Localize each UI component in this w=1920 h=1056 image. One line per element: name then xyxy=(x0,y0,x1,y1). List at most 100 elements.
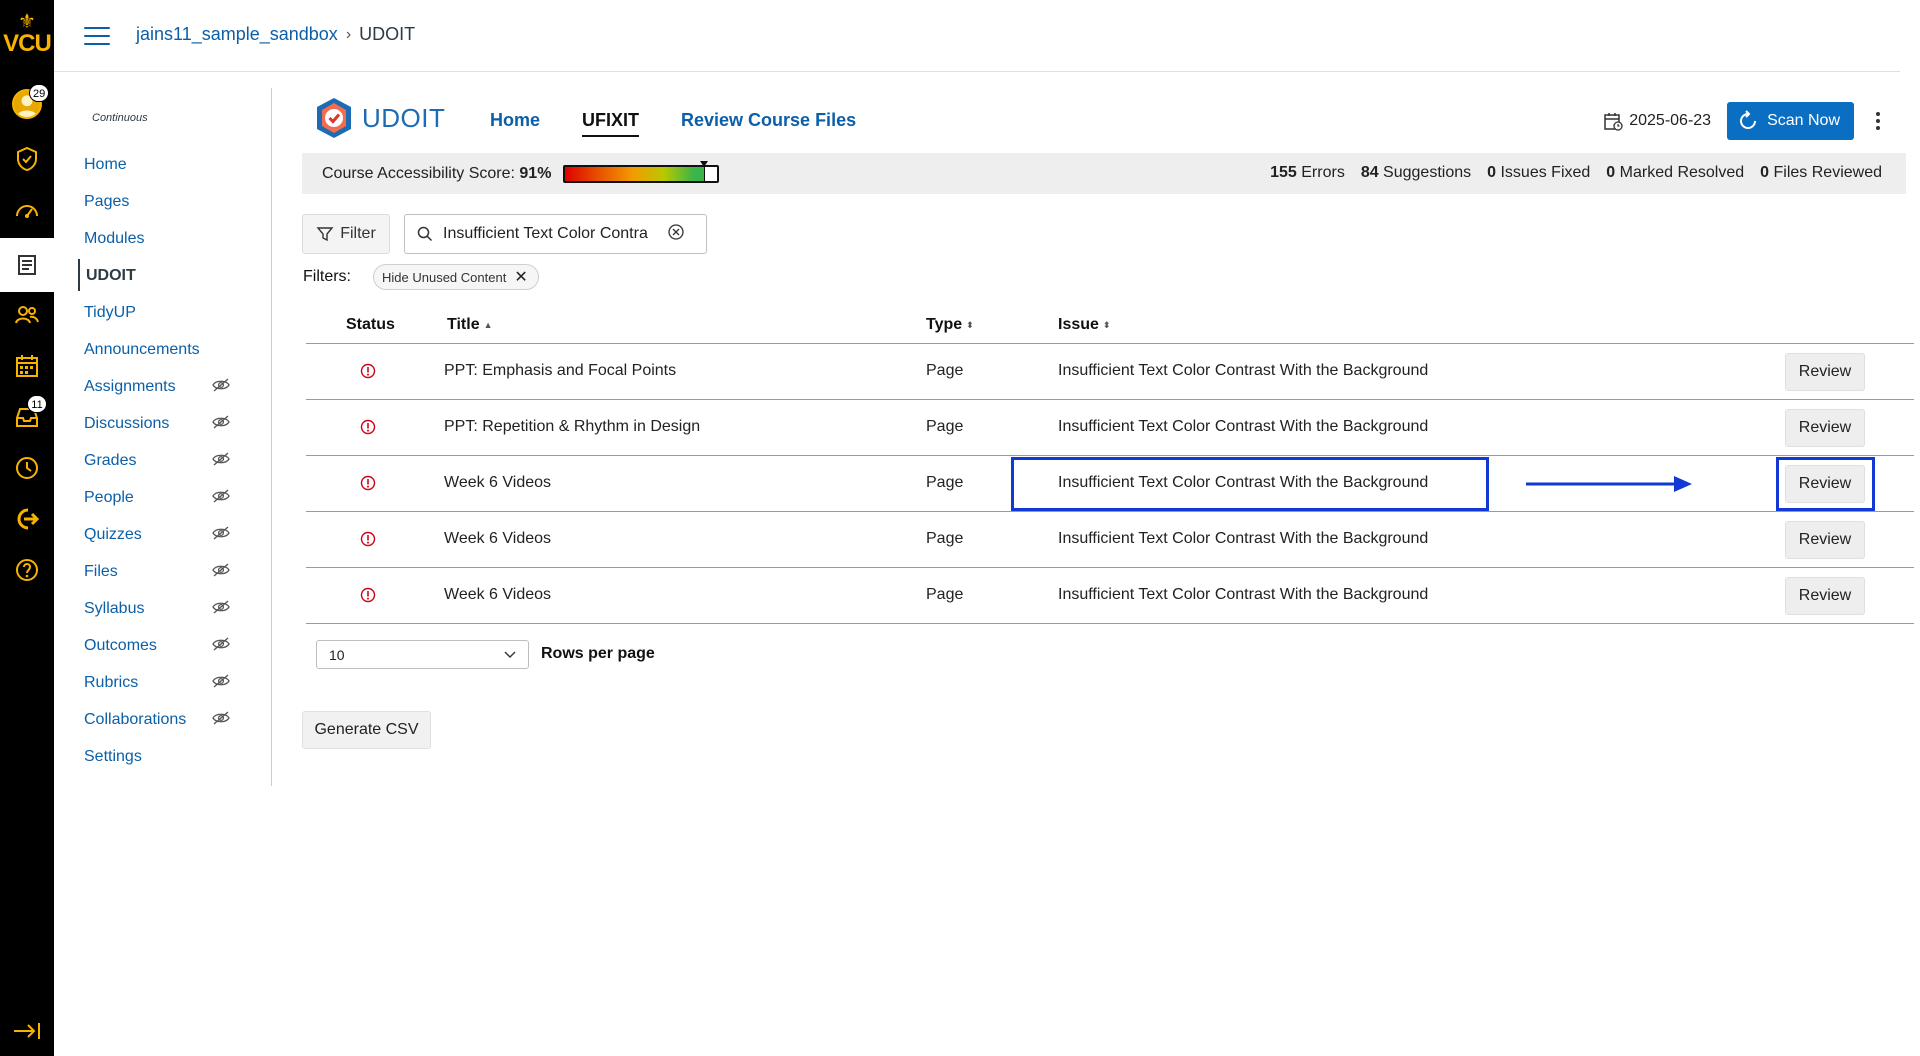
stat-suggestions: 84 Suggestions xyxy=(1360,164,1472,181)
more-options-icon[interactable] xyxy=(1870,109,1886,133)
tab-review-course-files[interactable]: Review Course Files xyxy=(681,110,856,137)
course-nav-label: Outcomes xyxy=(84,636,157,654)
hidden-from-students-icon xyxy=(212,452,230,466)
calendar-icon xyxy=(16,355,38,377)
column-type[interactable]: Type ⬍ xyxy=(926,316,974,334)
row-title: Week 6 Videos xyxy=(444,530,552,547)
sort-icon: ⬍ xyxy=(1102,319,1111,330)
hidden-from-students-icon xyxy=(212,637,230,651)
issue-stats: 155 Errors 84 Suggestions 0 Issues Fixed 0 … xyxy=(1270,164,1882,182)
course-nav-item-pages[interactable]: Pages xyxy=(54,183,272,220)
column-title[interactable]: Title ▲ xyxy=(447,316,493,334)
course-nav: Continuous Home Pages Modules UDOIT TidyUP An… xyxy=(54,88,272,786)
score-value: 91% xyxy=(519,164,552,182)
groups-nav-item[interactable] xyxy=(0,293,54,337)
table-header: Status Title ▲ Type ⬍ Issue ⬍ xyxy=(306,306,1914,344)
course-nav-item-settings[interactable]: Settings xyxy=(54,738,272,775)
account-nav-item[interactable]: 29 xyxy=(0,82,54,126)
stat-files-reviewed: 0 Files Reviewed xyxy=(1760,164,1882,181)
row-title: PPT: Emphasis and Focal Points xyxy=(444,362,677,379)
tab-home[interactable]: Home xyxy=(490,110,540,137)
review-button[interactable]: Review xyxy=(1785,353,1865,391)
rows-per-page-select[interactable]: 10 xyxy=(316,640,529,669)
error-icon xyxy=(360,363,376,384)
course-nav-item-discussions[interactable]: Discussions xyxy=(54,405,272,442)
error-icon xyxy=(360,475,376,496)
course-nav-label: Pages xyxy=(84,192,130,210)
course-nav-item-collaborations[interactable]: Collaborations xyxy=(54,701,272,738)
shield-icon xyxy=(17,146,37,172)
score-bar: Course Accessibility Score: 91% 155 Erro… xyxy=(302,153,1906,194)
issues-table: Status Title ▲ Type ⬍ Issue ⬍ PPT: Emphasis… xyxy=(306,306,1914,624)
hamburger-menu-button[interactable] xyxy=(84,27,110,47)
refresh-icon xyxy=(1740,110,1757,129)
scan-now-label: Scan Now xyxy=(1767,112,1840,129)
clear-search-icon[interactable] xyxy=(667,223,685,246)
course-nav-item-grades[interactable]: Grades xyxy=(54,442,272,479)
filter-chip-label: Hide Unused Content xyxy=(382,269,507,285)
course-nav-label: Modules xyxy=(84,229,145,247)
course-nav-item-outcomes[interactable]: Outcomes xyxy=(54,627,272,664)
table-row: Week 6 Videos Page Insufficient Text Color… xyxy=(306,568,1914,624)
highlight-box-issue xyxy=(1011,457,1489,511)
course-nav-item-modules[interactable]: Modules xyxy=(54,220,272,257)
review-button[interactable]: Review xyxy=(1785,521,1865,559)
stat-errors: 155 Errors xyxy=(1270,164,1345,181)
breadcrumb-current: UDOIT xyxy=(359,24,416,44)
calendar-clock-icon xyxy=(1604,113,1623,131)
course-nav-item-announcements[interactable]: Announcements xyxy=(54,331,272,368)
header-actions: 2025-06-23 Scan Now xyxy=(1603,102,1886,140)
review-button[interactable]: Review xyxy=(1785,577,1865,615)
history-nav-item[interactable] xyxy=(0,446,54,490)
gauge-marker-line xyxy=(703,166,705,181)
generate-csv-button[interactable]: Generate CSV xyxy=(302,711,431,749)
course-nav-label: Collaborations xyxy=(84,710,187,728)
course-nav-item-files[interactable]: Files xyxy=(54,553,272,590)
gauge-marker xyxy=(699,160,708,167)
row-type: Page xyxy=(926,474,964,491)
inbox-nav-item[interactable]: 11 xyxy=(0,395,54,439)
hidden-from-students-icon xyxy=(212,563,230,577)
course-nav-label: UDOIT xyxy=(86,266,136,284)
course-nav-item-udoit[interactable]: UDOIT xyxy=(54,257,272,294)
remove-filter-icon[interactable]: ✕ xyxy=(514,267,527,287)
table-row: Week 6 Videos Page Insufficient Text Color… xyxy=(306,456,1914,512)
score-gauge xyxy=(563,160,720,183)
vcu-logo[interactable]: ⚜ VCU xyxy=(0,12,54,62)
scan-now-button[interactable]: Scan Now xyxy=(1727,102,1854,140)
table-body: PPT: Emphasis and Focal Points Page Insuff… xyxy=(306,344,1914,624)
dashboard-nav-item[interactable] xyxy=(0,189,54,233)
course-nav-item-syllabus[interactable]: Syllabus xyxy=(54,590,272,627)
courses-nav-item[interactable] xyxy=(0,238,54,292)
course-nav-item-people[interactable]: People xyxy=(54,479,272,516)
column-issue[interactable]: Issue ⬍ xyxy=(1058,316,1110,334)
commons-nav-item[interactable] xyxy=(0,497,54,541)
row-issue: Insufficient Text Color Contrast With th… xyxy=(1058,586,1429,603)
calendar-nav-item[interactable] xyxy=(0,344,54,388)
rows-per-page-label: Rows per page xyxy=(541,645,655,662)
error-icon xyxy=(360,587,376,608)
admin-nav-item[interactable] xyxy=(0,137,54,181)
help-nav-item[interactable] xyxy=(0,548,54,592)
collapse-nav-button[interactable] xyxy=(12,1021,42,1046)
row-issue: Insufficient Text Color Contrast With th… xyxy=(1058,418,1429,435)
review-button[interactable]: Review xyxy=(1785,409,1865,447)
search-input[interactable] xyxy=(443,225,663,243)
course-nav-item-home[interactable]: Home xyxy=(54,146,272,183)
course-nav-item-assignments[interactable]: Assignments xyxy=(54,368,272,405)
filter-button[interactable]: Filter xyxy=(302,214,390,254)
crest-icon: ⚜ xyxy=(18,11,36,33)
hidden-from-students-icon xyxy=(212,526,230,540)
filter-chip[interactable]: Hide Unused Content ✕ xyxy=(373,264,539,290)
course-nav-item-tidyup[interactable]: TidyUP xyxy=(54,294,272,331)
tab-ufixit[interactable]: UFIXIT xyxy=(582,110,640,137)
course-nav-item-quizzes[interactable]: Quizzes xyxy=(54,516,272,553)
row-type: Page xyxy=(926,418,964,435)
course-nav-label: Assignments xyxy=(84,377,176,395)
active-filters: Filters: Hide Unused Content ✕ xyxy=(303,264,539,290)
dashboard-icon xyxy=(16,205,38,218)
course-nav-item-rubrics[interactable]: Rubrics xyxy=(54,664,272,701)
top-header: jains11_sample_sandbox › UDOIT xyxy=(54,0,1900,72)
breadcrumb-course-link[interactable]: jains11_sample_sandbox xyxy=(136,24,338,45)
row-issue: Insufficient Text Color Contrast With th… xyxy=(1058,362,1429,379)
